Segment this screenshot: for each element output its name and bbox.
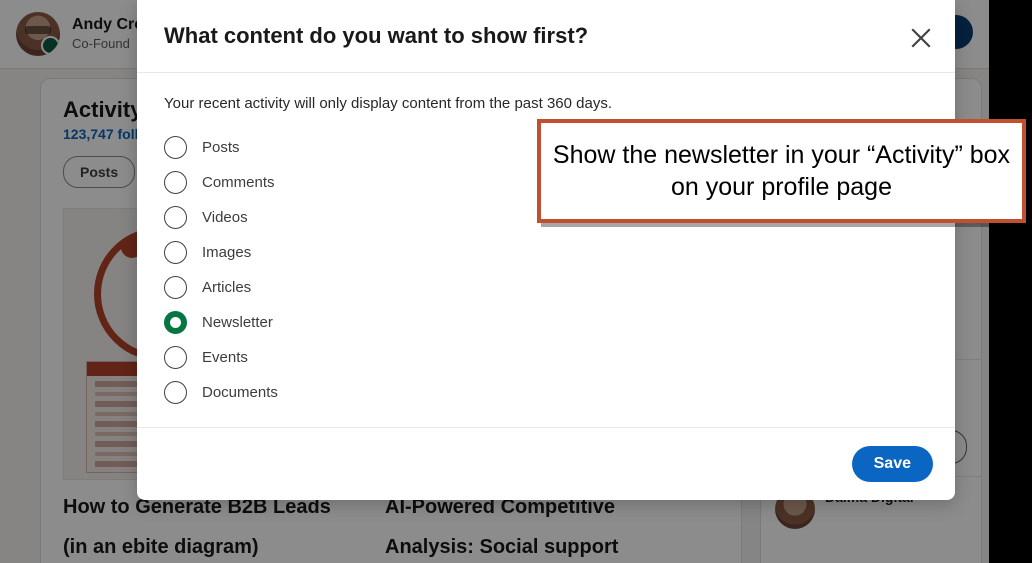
screen-edge-letterbox bbox=[989, 0, 1032, 563]
radio-label: Comments bbox=[202, 174, 275, 191]
radio-label: Images bbox=[202, 244, 252, 261]
radio-label: Events bbox=[202, 349, 248, 366]
radio-button-icon[interactable] bbox=[164, 171, 187, 194]
annotation-callout: Show the newsletter in your “Activity” b… bbox=[537, 119, 1026, 223]
modal-description: Your recent activity will only display c… bbox=[164, 95, 613, 112]
radio-button-icon[interactable] bbox=[164, 136, 187, 159]
radio-option-articles[interactable]: Articles bbox=[164, 270, 928, 305]
radio-option-documents[interactable]: Documents bbox=[164, 375, 928, 410]
radio-button-selected-icon[interactable] bbox=[164, 311, 187, 334]
save-button[interactable]: Save bbox=[851, 445, 933, 482]
radio-option-images[interactable]: Images bbox=[164, 235, 928, 270]
radio-button-icon[interactable] bbox=[164, 346, 187, 369]
radio-button-icon[interactable] bbox=[164, 241, 187, 264]
radio-label: Documents bbox=[202, 384, 278, 401]
close-x-icon[interactable] bbox=[903, 20, 939, 56]
annotation-text: Show the newsletter in your “Activity” b… bbox=[552, 141, 1011, 201]
modal-header: What content do you want to show first? bbox=[137, 0, 955, 73]
content-preference-modal: What content do you want to show first? … bbox=[137, 0, 955, 500]
radio-option-events[interactable]: Events bbox=[164, 340, 928, 375]
radio-label: Posts bbox=[202, 139, 240, 156]
radio-button-icon[interactable] bbox=[164, 381, 187, 404]
radio-button-icon[interactable] bbox=[164, 276, 187, 299]
radio-label: Newsletter bbox=[202, 314, 273, 331]
modal-title: What content do you want to show first? bbox=[164, 23, 589, 48]
radio-option-newsletter[interactable]: Newsletter bbox=[164, 305, 928, 340]
radio-button-icon[interactable] bbox=[164, 206, 187, 229]
radio-label: Articles bbox=[202, 279, 252, 296]
radio-label: Videos bbox=[202, 209, 248, 226]
modal-footer: Save bbox=[137, 427, 955, 499]
